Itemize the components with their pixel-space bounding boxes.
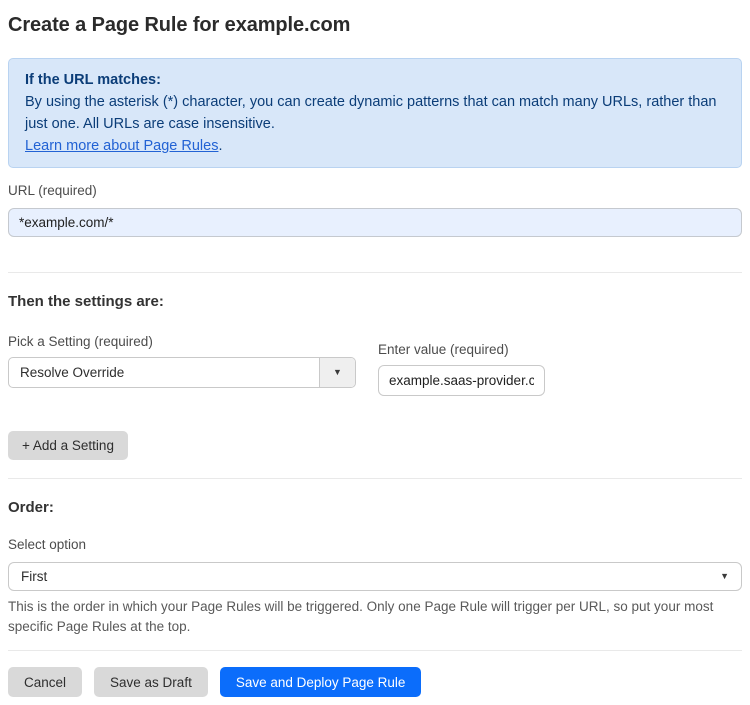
page-rule-form: Create a Page Rule for example.com If th… xyxy=(0,14,750,697)
setting-select-column: Pick a Setting (required) Resolve Overri… xyxy=(8,334,356,388)
cancel-button[interactable]: Cancel xyxy=(8,667,83,697)
setting-value-column: Enter value (required) xyxy=(378,342,545,396)
section-divider xyxy=(8,272,742,273)
section-divider xyxy=(8,478,742,479)
footer-actions: Cancel Save as Draft Save and Deploy Pag… xyxy=(8,667,742,697)
info-box-heading: If the URL matches: xyxy=(25,72,161,88)
setting-value-input[interactable] xyxy=(378,365,545,396)
link-suffix-text: . xyxy=(218,138,223,154)
chevron-down-icon: ▼ xyxy=(720,571,729,581)
add-setting-button[interactable]: + Add a Setting xyxy=(8,431,128,460)
setting-select-arrow-button[interactable]: ▼ xyxy=(319,358,355,387)
order-select[interactable]: First ▼ xyxy=(8,562,742,591)
setting-select-label: Pick a Setting (required) xyxy=(8,334,153,349)
info-box-link-line: Learn more about Page Rules. xyxy=(25,135,725,157)
chevron-down-icon: ▼ xyxy=(333,367,342,377)
url-field-label: URL (required) xyxy=(8,183,97,198)
order-help-text: This is the order in which your Page Rul… xyxy=(8,599,714,634)
value-field-label: Enter value (required) xyxy=(378,342,509,357)
order-select-value: First xyxy=(21,569,48,584)
order-section-heading: Order: xyxy=(8,499,54,516)
save-as-draft-button[interactable]: Save as Draft xyxy=(94,667,208,697)
url-input[interactable] xyxy=(8,208,742,237)
footer-divider xyxy=(8,650,742,651)
setting-select-value: Resolve Override xyxy=(20,365,125,380)
order-select-label: Select option xyxy=(8,537,87,552)
settings-section-heading: Then the settings are: xyxy=(8,293,164,310)
info-box-body: By using the asterisk (*) character, you… xyxy=(25,94,717,132)
page-title: Create a Page Rule for example.com xyxy=(8,14,351,36)
save-and-deploy-button[interactable]: Save and Deploy Page Rule xyxy=(219,667,422,697)
setting-select[interactable]: Resolve Override ▼ xyxy=(8,357,356,388)
settings-row: Pick a Setting (required) Resolve Overri… xyxy=(8,334,742,396)
url-match-info-box: If the URL matches: By using the asteris… xyxy=(8,58,742,168)
learn-more-link[interactable]: Learn more about Page Rules xyxy=(25,138,218,154)
